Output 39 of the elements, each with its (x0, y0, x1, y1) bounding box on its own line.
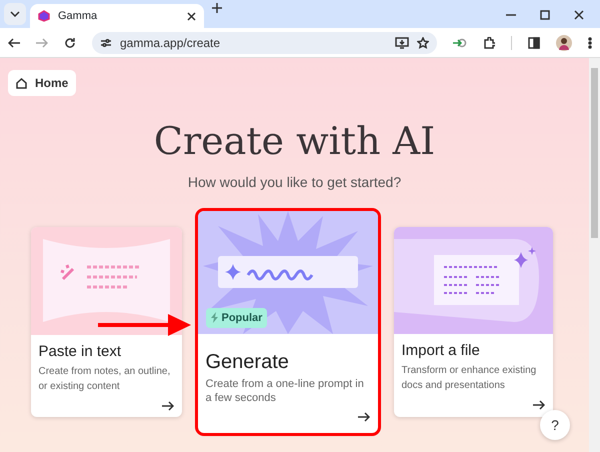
address-bar[interactable]: gamma.app/create (92, 32, 438, 54)
home-button[interactable]: Home (8, 70, 76, 96)
home-icon (16, 78, 27, 88)
option-card[interactable]: Import a file Transform or enhance existing docs and presentations (394, 227, 552, 418)
option-card[interactable]: Popular Generate Create from a one-line prompt in a few seconds (198, 211, 378, 434)
option-card[interactable]: Paste in text Create from notes, an outline, or existing content (30, 227, 182, 418)
extensions-icon[interactable] (483, 36, 496, 48)
card-title: Generate (206, 350, 290, 374)
close-icon[interactable] (574, 10, 584, 20)
arrow-right-icon[interactable] (532, 400, 544, 410)
card-description: Create from notes, an outline, or existing content (38, 365, 172, 394)
side-panel-icon[interactable] (528, 36, 540, 48)
forward-icon (36, 38, 48, 48)
help-button[interactable]: ? (540, 410, 570, 440)
scrollbar[interactable] (589, 58, 600, 452)
install-icon[interactable] (395, 36, 410, 48)
reload-icon[interactable] (64, 36, 76, 48)
lightning-icon (210, 312, 218, 324)
logo-icon (38, 10, 50, 22)
popular-badge: Popular (206, 308, 268, 328)
new-tab-icon[interactable] (212, 2, 222, 13)
browser-tab[interactable]: Gamma (30, 4, 204, 28)
close-icon[interactable] (187, 12, 196, 20)
tab-title: Gamma (58, 8, 98, 24)
avatar[interactable] (556, 34, 572, 50)
card-description: Create from a one-line prompt in a few seconds (206, 378, 365, 406)
card-title: Import a file (402, 342, 481, 360)
menu-icon[interactable] (588, 36, 592, 48)
star-icon[interactable] (417, 36, 430, 48)
page-subtitle: How would you like to get started? (188, 174, 402, 190)
card-title: Paste in text (38, 343, 122, 362)
site-settings-icon[interactable] (100, 38, 112, 48)
page-title: Create with AI (154, 118, 436, 164)
tab-list-icon[interactable] (10, 11, 20, 17)
card-description: Transform or enhance existing docs and presentations (402, 364, 538, 393)
arrow-right-icon[interactable] (358, 412, 370, 422)
maximize-icon[interactable] (540, 10, 550, 20)
back-icon[interactable] (8, 38, 20, 48)
arrow-right-icon[interactable] (162, 400, 174, 411)
